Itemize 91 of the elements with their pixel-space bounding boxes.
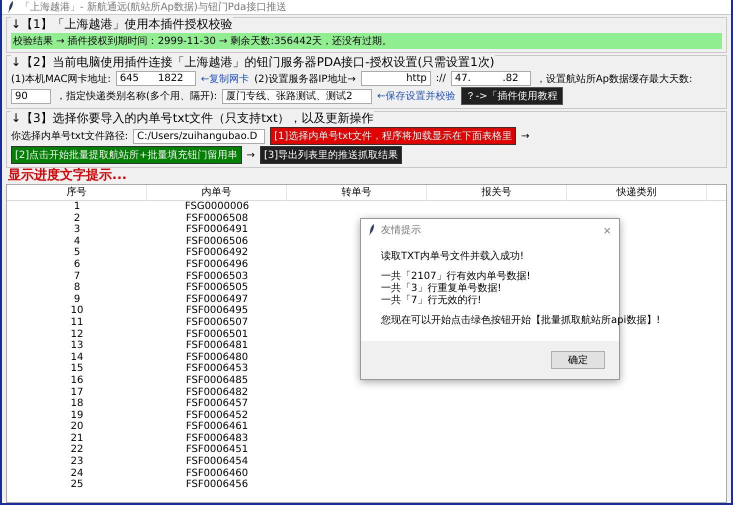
dialog-title: 友情提示 [381,224,422,237]
table-cell-text: 19 [70,410,84,422]
server-ip-label: (2)设置服务器IP地址→ [254,72,356,86]
table-cell-text: FSG0000006 [184,201,250,213]
url-separator: :// [436,73,446,84]
table-cell-text: FSF0006496 [184,258,250,271]
feather-icon [8,1,14,13]
table-cell-text: 25 [70,479,84,491]
table-cell-text: FSF0006457 [184,398,250,410]
cache-days-label: ，设置航站所Ap数据缓存最大天数: [536,72,692,86]
action-button[interactable]: [3]导出列表里的推送抓取结果 [260,146,402,164]
table-cell-text: 7 [72,270,82,282]
table-cell-text: FSF0006497 [184,294,250,306]
scheme-field[interactable]: http [360,71,431,86]
mac-label: (1)本机MAC网卡地址: [11,72,111,86]
table-cell-text: FSF0006451 [184,444,250,456]
table-cell-text: 14 [70,352,84,364]
arrow-text: → [246,150,255,160]
close-button[interactable]: × [603,222,611,238]
table-cell-text: 23 [70,456,84,468]
file-path-label: 你选择内单号txt文件路径: [11,130,128,143]
table-cell-text: 3 [72,224,82,236]
table-cell-text: 6 [72,258,82,271]
table-cell-text: 11 [70,316,84,329]
column-header[interactable]: 快递类别 [567,185,707,201]
table-cell-text: FSF0006492 [184,247,250,259]
table-cell-text: FSF0006452 [184,410,250,422]
table-cell-text: 24 [70,468,84,480]
table-cell-text: 12 [70,328,84,340]
table-cell-text: FSF0006454 [184,456,250,468]
column-header[interactable]: 内单号 [147,185,287,201]
action-button[interactable]: [2]点击开始批量提取航站所+批量填充钮门留用串 [11,146,242,164]
table-cell-text: 10 [70,305,84,317]
table-cell-text: FSF0006506 [184,236,250,248]
table-cell-text: FSF0006495 [184,305,250,317]
arrow-text: → [521,130,530,142]
courier-types-field[interactable]: 厦门专线、张路测试、测试2 [222,88,372,104]
table-cell-text: FSF0006481 [184,340,250,352]
table-cell-text: 8 [72,282,82,294]
courier-types-label: ，指定快递类别名称(多个用、隔开): [56,90,218,103]
table-cell-text: 20 [70,421,84,433]
action-button[interactable]: [1]选择内单号txt文件，程序将加载显示在下面表格里 [270,127,516,145]
table-cell-text: 4 [72,236,82,248]
table-cell-text: FSF0006460 [184,468,250,480]
table-cell-text: FSF0006505 [184,282,250,294]
table-cell-text: FSF0006508 [184,212,250,224]
ok-button[interactable]: 确定 [551,351,605,369]
cache-days-field[interactable]: 90 [11,88,51,104]
table-cell-text: 22 [70,444,84,456]
license-status: 校验结果 → 插件授权到期时间：2999-11-30 → 剩余天数:356442天，还没有过期。 [11,33,722,49]
table-cell-text: 13 [70,340,84,352]
server-ip-field[interactable]: 47. .82 [450,71,531,86]
window-title: 「上海越港」- 新航通远(航站所Ap数据)与钮门Pda接口推送 [20,0,286,14]
table-cell-text: FSF0006501 [184,328,250,340]
table-cell-text: FSF0006485 [184,374,250,386]
table-cell-text: 16 [70,374,84,386]
table-cell-text: 18 [70,398,84,410]
section-heading: ↓【2】当前电脑使用插件连接「上海越港」的钮门服务器PDA接口-授权设置(只需设置1次) [11,55,494,69]
table-cell-text: 5 [72,247,82,259]
progress-text: 显示进度文字提示... [7,168,128,184]
table-cell-text: FSF0006491 [184,224,250,236]
column-header[interactable]: 序号 [7,185,147,201]
save-settings-link[interactable]: ←保存设置并校验 [377,89,456,103]
dialog-message: 您现在可以开始点击绿色按钮开始【批量抓取航站所api数据】! [381,315,660,327]
table-cell-text: FSF0006482 [184,386,250,398]
table-cell-text: FSF0006503 [184,270,250,282]
table-cell-text: FSF0006461 [184,421,250,433]
dialog-message: 一共「7」行无效的行! [381,295,482,307]
dialog-message: 一共「2107」行有效内单号数据! [381,271,532,282]
table-cell-text: 15 [70,363,84,375]
table-cell-text: FSF0006456 [184,479,250,491]
table-cell-text: FSF0006453 [184,363,250,375]
table-cell-text: 17 [70,386,84,398]
column-header[interactable]: 转单号 [287,185,427,201]
file-path-field[interactable]: C:/Users/zuihangubao.D [133,128,266,144]
dialog-message: 一共「3」行重复单号数据! [381,283,502,294]
dialog-message: 读取TXT内单号文件并载入成功! [381,251,525,263]
feather-icon [369,224,375,236]
copy-mac-link[interactable]: ←复制网卡 [200,72,250,86]
section-heading: ↓【1】「上海越港」使用本插件授权校验 [11,17,233,31]
table-cell-text: 9 [72,294,82,306]
table-cell-text: 21 [70,432,84,444]
table-cell-text: FSF0006483 [184,432,250,444]
table-cell-text: 1 [72,201,82,213]
table-cell-text: FSF0006480 [184,352,250,364]
section-heading: ↓【3】选择你要导入的内单号txt文件（只支持txt），以及更新操作 [11,111,374,125]
tutorial-button[interactable]: ？->「插件使用教程 [460,87,563,105]
column-header[interactable]: 报关号 [427,185,567,201]
table-cell-text: 2 [72,212,82,224]
mac-field[interactable]: 645 1822 [116,71,196,86]
table-cell-text: FSF0006507 [184,316,250,329]
